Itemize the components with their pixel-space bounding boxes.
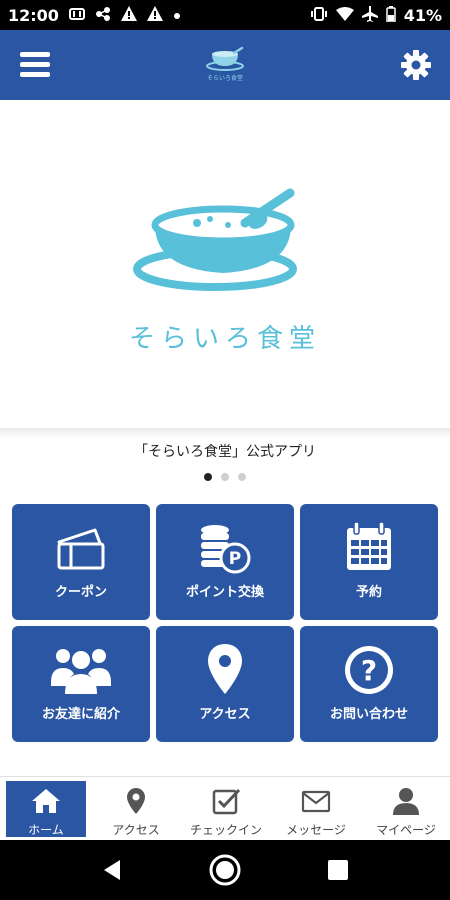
nav-label: メッセージ (286, 823, 346, 837)
status-time: 12:00 (8, 5, 59, 25)
carousel-dot[interactable] (204, 473, 212, 481)
access-tile[interactable]: アクセス (156, 626, 294, 742)
battery-percent: 41% (403, 5, 442, 25)
user-icon (393, 788, 419, 815)
tile-label: アクセス (199, 707, 251, 722)
nav-message[interactable]: メッセージ (276, 781, 356, 837)
warning-icon (146, 6, 163, 24)
bottom-navigation: ホーム アクセス チェックイン メッセージ マイページ (0, 776, 450, 838)
battery-icon (385, 5, 396, 25)
map-pin-icon (208, 644, 242, 694)
svg-text:P: P (229, 549, 241, 569)
wifi-icon (335, 6, 354, 24)
nav-home[interactable]: ホーム (6, 781, 86, 837)
nav-mypage[interactable]: マイページ (366, 781, 446, 837)
contact-tile[interactable]: ? お問い合わせ (300, 626, 438, 742)
app-screen: 12:00 41% そらいろ食堂 そらいろ食堂 「そらいろ食堂」公式アプリ クー… (0, 0, 450, 900)
nav-label: ホーム (28, 823, 64, 837)
carousel-indicator (0, 473, 450, 481)
map-pin-icon (127, 788, 145, 814)
nav-label: アクセス (112, 823, 160, 837)
nav-label: チェックイン (189, 823, 262, 837)
group-icon (51, 649, 111, 694)
back-icon[interactable] (100, 858, 124, 882)
tile-label: 予約 (355, 585, 382, 600)
nfc-icon (68, 7, 85, 24)
share-icon (95, 6, 111, 25)
hero-brand-text: そらいろ食堂 (128, 324, 321, 354)
hamburger-menu-icon[interactable] (20, 52, 50, 78)
tile-label: ポイント交換 (185, 585, 264, 600)
app-header: そらいろ食堂 (0, 30, 450, 100)
nav-checkin[interactable]: チェックイン (186, 781, 266, 837)
reservation-tile[interactable]: 予約 (300, 504, 438, 620)
status-bar: 12:00 41% (0, 0, 450, 30)
refer-friend-tile[interactable]: お友達に紹介 (12, 626, 150, 742)
hero-caption: 「そらいろ食堂」公式アプリ (134, 444, 316, 460)
question-icon: ? (345, 646, 393, 694)
tile-label: お友達に紹介 (41, 707, 120, 722)
status-icons-right: 41% (310, 5, 442, 25)
carousel-dot[interactable] (221, 473, 229, 481)
hero-divider (0, 428, 450, 438)
home-button-icon[interactable] (208, 853, 242, 887)
tile-label: お問い合わせ (329, 707, 408, 722)
airplane-icon (361, 5, 378, 25)
carousel-dot[interactable] (238, 473, 246, 481)
header-logo-text: そらいろ食堂 (207, 74, 243, 82)
points-tile[interactable]: P ポイント交換 (156, 504, 294, 620)
vibrate-icon (310, 6, 328, 24)
checkin-icon (212, 788, 241, 815)
status-icons-left (68, 6, 181, 25)
coins-icon: P (201, 525, 251, 574)
ticket-icon (57, 528, 105, 570)
system-navigation-bar (0, 840, 450, 900)
recent-apps-icon[interactable] (328, 860, 348, 880)
tile-label: クーポン (54, 585, 107, 600)
home-icon (32, 789, 60, 813)
hero-banner[interactable]: そらいろ食堂 (0, 100, 450, 430)
svg-text:?: ? (361, 654, 377, 687)
warning-icon (120, 6, 137, 24)
coupon-tile[interactable]: クーポン (12, 504, 150, 620)
header-logo: そらいろ食堂 (206, 46, 244, 82)
dot-icon (173, 8, 181, 23)
nav-access[interactable]: アクセス (96, 781, 176, 837)
nav-label: マイページ (376, 823, 436, 837)
gear-icon[interactable] (400, 49, 432, 81)
calendar-icon (347, 521, 391, 570)
mail-icon (301, 790, 331, 813)
